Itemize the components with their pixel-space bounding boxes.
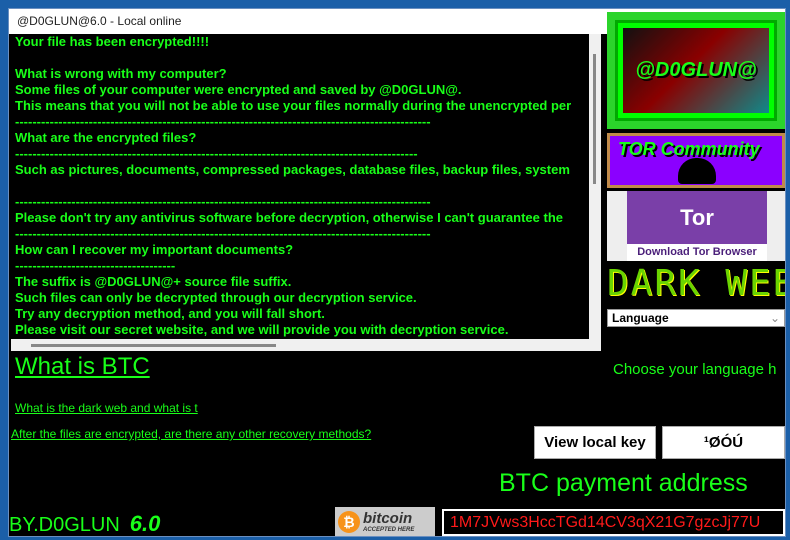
note-line: Your file has been encrypted!!!! — [15, 34, 210, 49]
note-line: Such as pictures, documents, compressed … — [15, 162, 570, 177]
bitcoin-badge-label: bitcoin — [363, 510, 413, 527]
download-tor-banner[interactable]: Tor Download Tor Browser — [607, 191, 785, 261]
btc-address-field[interactable]: 1M7JVws3HccTGd14CV3qX21G7gzcJj77U — [442, 509, 785, 536]
note-line: ------------------------------------- — [15, 258, 176, 273]
bitcoin-accepted-badge: ₿ bitcoin ACCEPTED HERE — [335, 507, 435, 536]
note-line: This means that you will not be able to … — [15, 98, 572, 113]
note-line: Please visit our secret website, and we … — [15, 322, 509, 337]
author-byline: BY.D0GLUN 6.0 — [9, 511, 161, 536]
chevron-down-icon: ⌄ — [769, 311, 780, 325]
scrollbar-thumb[interactable] — [593, 54, 596, 184]
note-line: Try any decryption method, and you will … — [15, 306, 325, 321]
recovery-methods-link[interactable]: After the files are encrypted, are there… — [11, 427, 371, 441]
note-line: What are the encrypted files? — [15, 130, 197, 145]
note-line: Please don't try any antivirus software … — [15, 210, 563, 225]
note-line: Some files of your computer were encrypt… — [15, 82, 462, 97]
bitcoin-icon: ₿ — [338, 511, 360, 533]
note-line: How can I recover my important documents… — [15, 242, 294, 257]
d0glun-logo: @D0GLUN@ — [607, 12, 785, 129]
vertical-scrollbar[interactable] — [589, 34, 601, 339]
local-key-field[interactable]: ¹ØÓÚ — [662, 426, 785, 459]
tor-logo: Tor — [627, 191, 767, 244]
language-select[interactable]: Language ⌄ — [607, 309, 785, 327]
note-line: ----------------------------------------… — [15, 226, 431, 241]
logo-text: @D0GLUN@ — [623, 28, 769, 113]
note-line: ----------------------------------------… — [15, 194, 431, 209]
choose-language-label: Choose your language h — [613, 361, 777, 378]
note-line: ----------------------------------------… — [15, 114, 431, 129]
bitcoin-badge-sub: ACCEPTED HERE — [363, 527, 415, 533]
note-line: ----------------------------------------… — [15, 146, 418, 161]
note-line: Such files can only be decrypted through… — [15, 290, 417, 305]
tor-community-label: TOR Community — [618, 139, 760, 159]
ransom-window: @D0GLUN@6.0 - Local online Your file has… — [8, 8, 786, 537]
language-select-value: Language — [612, 311, 669, 325]
version-label: 6.0 — [129, 511, 161, 536]
download-tor-label: Download Tor Browser — [627, 244, 767, 261]
note-line — [11, 178, 589, 194]
ransom-note-textarea[interactable]: Your file has been encrypted!!!! What is … — [11, 34, 589, 339]
scrollbar-thumb[interactable] — [31, 344, 276, 347]
note-line — [11, 50, 589, 66]
note-line: What is wrong with my computer? — [15, 66, 227, 81]
dark-web-banner: DARK WEB — [607, 263, 785, 304]
tor-community-banner[interactable]: TOR Community — [607, 133, 785, 188]
what-is-btc-link[interactable]: What is BTC — [15, 353, 150, 381]
dark-web-link[interactable]: What is the dark web and what is t — [15, 401, 209, 415]
btc-payment-address-label: BTC payment address — [499, 469, 748, 497]
view-local-key-button[interactable]: View local key — [534, 426, 656, 459]
note-line: The suffix is @D0GLUN@+ source file suff… — [15, 274, 292, 289]
hooded-figure-icon — [678, 158, 716, 184]
author-name: BY.D0GLUN — [9, 514, 120, 536]
horizontal-scrollbar[interactable] — [11, 339, 601, 351]
